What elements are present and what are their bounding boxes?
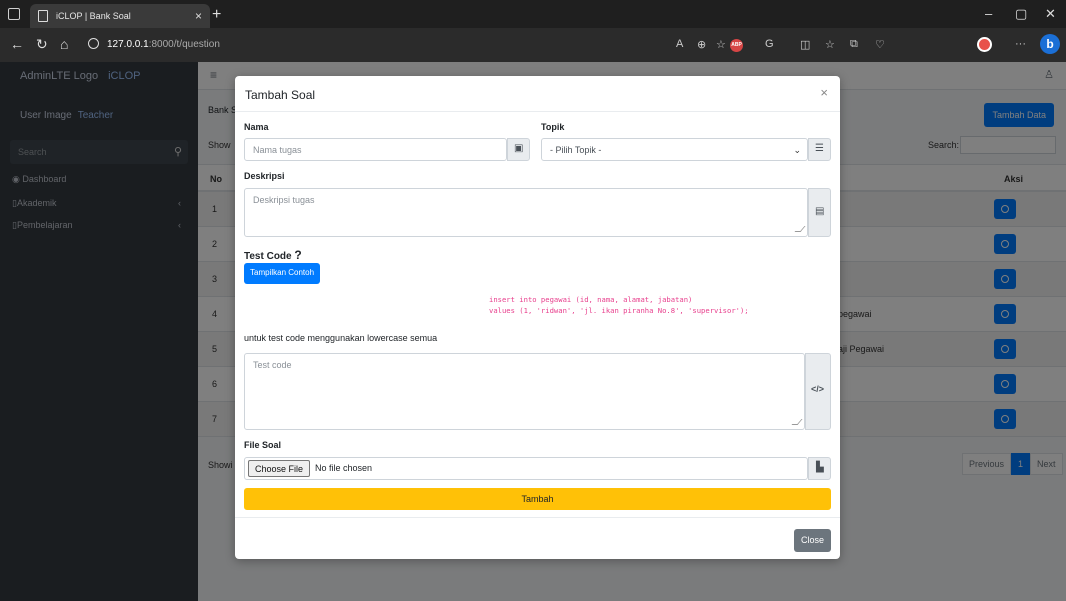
profile-avatar[interactable] — [977, 37, 992, 52]
question-icon[interactable]: ? — [294, 248, 301, 262]
read-aloud-icon[interactable]: A — [676, 38, 683, 50]
zoom-icon[interactable]: ⊕ — [697, 38, 706, 51]
testcode-note: untuk test code menggunakan lowercase se… — [244, 333, 438, 343]
deskripsi-addon: ▤ — [808, 188, 831, 237]
close-icon[interactable]: × — [820, 85, 828, 100]
close-window-icon[interactable]: ✕ — [1045, 6, 1056, 22]
deskripsi-textarea[interactable]: Deskripsi tugas — [244, 188, 808, 237]
nama-input[interactable]: Nama tugas — [244, 138, 507, 161]
address-bar: ← ↻ ⌂ 127.0.0.1:8000/t/question A ⊕ ☆ AB… — [0, 28, 1066, 62]
sample-code-line-2: values (1, 'ridwan', 'jl. ikan piranha N… — [489, 306, 749, 315]
deskripsi-label: Deskripsi — [244, 171, 285, 181]
favorite-icon[interactable]: ☆ — [716, 38, 726, 51]
url-path: :8000/t/question — [148, 39, 220, 50]
topik-label: Topik — [541, 122, 565, 132]
testcode-placeholder: Test code — [253, 360, 292, 370]
testcode-addon: </> — [805, 353, 831, 430]
chevron-down-icon: ⌄ — [793, 145, 801, 155]
info-icon — [88, 38, 99, 49]
choose-file-button[interactable]: Choose File — [248, 460, 311, 477]
note-icon: ▤ — [815, 206, 825, 217]
resize-handle[interactable] — [791, 419, 803, 425]
testcode-label: Test Code ? — [244, 248, 302, 262]
file-label: File Soal — [244, 440, 282, 450]
close-button[interactable]: Close — [793, 529, 831, 552]
nama-addon: ▣ — [507, 138, 530, 161]
url-host: 127.0.0.1 — [107, 39, 149, 50]
tab-title: iCLOP | Bank Soal — [56, 11, 131, 21]
favorites-bar-icon[interactable]: ☆ — [825, 38, 835, 51]
sample-code-line-1: insert into pegawai (id, nama, alamat, j… — [489, 295, 693, 304]
bing-icon[interactable]: b — [1040, 34, 1060, 54]
testcode-textarea[interactable]: Test code — [244, 353, 805, 430]
collections-icon[interactable]: ⧉ — [850, 38, 858, 51]
topik-selected: - Pilih Topik - — [550, 145, 602, 155]
deskripsi-placeholder: Deskripsi tugas — [253, 195, 315, 205]
file-status: No file chosen — [315, 463, 373, 473]
new-tab-button[interactable]: + — [212, 6, 221, 24]
modal-header: Tambah Soal × — [235, 76, 840, 112]
tab-close-icon[interactable]: × — [195, 9, 202, 23]
browser-tab[interactable]: iCLOP | Bank Soal × — [30, 4, 210, 28]
topik-select[interactable]: - Pilih Topik - ⌄ — [541, 138, 808, 161]
adblock-icon[interactable]: ABP — [730, 39, 743, 52]
home-icon[interactable]: ⌂ — [60, 36, 68, 52]
resize-handle[interactable] — [794, 226, 806, 232]
file-icon: ▙ — [816, 462, 824, 473]
url-field[interactable]: 127.0.0.1:8000/t/question — [88, 38, 220, 50]
more-menu-icon[interactable]: ··· — [1015, 38, 1026, 50]
tab-actions-icon[interactable] — [8, 8, 20, 20]
split-screen-icon[interactable]: ◫ — [800, 38, 810, 51]
add-question-modal: Tambah Soal × Nama Nama tugas ▣ Topik - … — [235, 76, 840, 559]
modal-footer-divider — [235, 517, 840, 518]
browser-tab-bar: iCLOP | Bank Soal × + – ▢ ✕ — [0, 0, 1066, 28]
list-icon: ☰ — [815, 143, 824, 154]
topik-addon: ☰ — [808, 138, 831, 161]
show-example-button[interactable]: Tampilkan Contoh — [244, 263, 321, 284]
refresh-icon[interactable]: ↻ — [36, 36, 48, 53]
back-icon[interactable]: ← — [10, 36, 24, 52]
book-icon: ▣ — [514, 143, 524, 154]
nama-label: Nama — [244, 122, 269, 132]
code-icon: </> — [811, 384, 825, 394]
page-icon — [38, 10, 48, 22]
modal-title: Tambah Soal — [245, 88, 316, 102]
nama-placeholder: Nama tugas — [253, 145, 302, 155]
testcode-label-text: Test Code — [244, 251, 292, 262]
submit-button[interactable]: Tambah — [244, 488, 831, 510]
minimize-icon[interactable]: – — [985, 6, 992, 21]
maximize-icon[interactable]: ▢ — [1015, 6, 1027, 22]
health-icon[interactable]: ♡ — [875, 38, 885, 51]
extension-icon[interactable]: G — [765, 38, 774, 50]
file-addon: ▙ — [808, 457, 831, 480]
